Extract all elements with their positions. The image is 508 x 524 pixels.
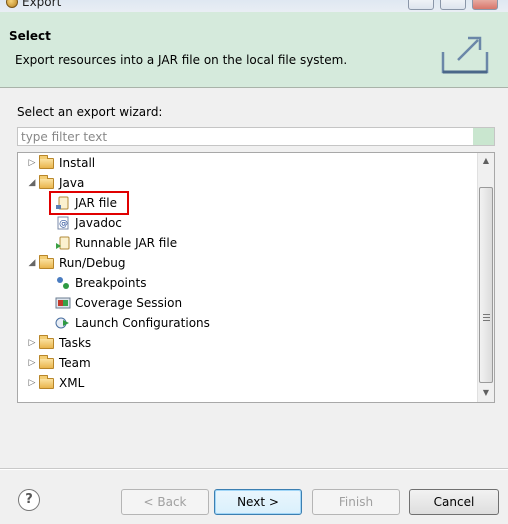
cancel-button[interactable]: Cancel xyxy=(409,489,499,515)
page-description: Export resources into a JAR file on the … xyxy=(15,53,348,67)
tree-item-javadoc[interactable]: @ Javadoc xyxy=(18,213,478,233)
export-jar-wizard-icon xyxy=(441,36,489,74)
coverage-session-icon xyxy=(55,296,71,310)
finish-button[interactable]: Finish xyxy=(312,489,400,515)
wizard-tree[interactable]: ▷ Install ◢ Java JAR file @ Javadoc Runn… xyxy=(17,152,495,403)
help-icon[interactable]: ? xyxy=(18,489,40,511)
tree-item-label: XML xyxy=(59,376,85,390)
grip-icon xyxy=(483,314,490,321)
tree-item-java[interactable]: ◢ Java xyxy=(18,173,478,193)
expand-arrow-icon[interactable]: ▷ xyxy=(26,373,38,393)
tree-item-label: Coverage Session xyxy=(75,296,183,310)
filter-input[interactable] xyxy=(17,127,495,146)
tree-scrollbar[interactable]: ▲ ▼ xyxy=(477,153,494,402)
runnable-jar-icon xyxy=(55,236,71,250)
javadoc-icon: @ xyxy=(55,216,71,230)
next-button[interactable]: Next > xyxy=(214,489,302,515)
tree-item-label: Tasks xyxy=(59,336,92,350)
tree-item-label: Run/Debug xyxy=(59,256,126,270)
folder-icon xyxy=(39,375,55,390)
close-button[interactable] xyxy=(472,0,498,10)
selection-highlight xyxy=(49,191,129,215)
breakpoints-icon xyxy=(55,276,71,290)
tree-item-label: Javadoc xyxy=(75,216,122,230)
tree-item-label: Breakpoints xyxy=(75,276,147,290)
tree-item-runnable-jar[interactable]: Runnable JAR file xyxy=(18,233,478,253)
title-bar[interactable]: Export xyxy=(0,0,508,12)
collapse-arrow-icon[interactable]: ◢ xyxy=(26,173,38,193)
tree-item-label: Launch Configurations xyxy=(75,316,210,330)
wizard-banner: Select Export resources into a JAR file … xyxy=(0,12,508,88)
scrollbar-thumb[interactable] xyxy=(479,187,493,383)
page-heading: Select xyxy=(9,29,51,43)
tree-item-xml[interactable]: ▷ XML xyxy=(18,373,478,393)
folder-icon xyxy=(39,335,55,350)
window-title: Export xyxy=(22,0,62,9)
tree-item-label: Install xyxy=(59,156,96,170)
tree-item-run-debug[interactable]: ◢ Run/Debug xyxy=(18,253,478,273)
scroll-down-arrow-icon[interactable]: ▼ xyxy=(478,385,494,401)
expand-arrow-icon[interactable]: ▷ xyxy=(26,353,38,373)
tree-item-label: Team xyxy=(59,356,91,370)
collapse-arrow-icon[interactable]: ◢ xyxy=(26,253,38,273)
launch-configurations-icon xyxy=(55,316,71,330)
tree-item-coverage-session[interactable]: Coverage Session xyxy=(18,293,478,313)
folder-open-icon xyxy=(39,255,55,270)
minimize-button[interactable] xyxy=(408,0,434,10)
scroll-up-arrow-icon[interactable]: ▲ xyxy=(478,153,494,169)
tree-item-team[interactable]: ▷ Team xyxy=(18,353,478,373)
folder-icon xyxy=(39,155,55,170)
maximize-button[interactable] xyxy=(440,0,466,10)
tree-item-launch-configurations[interactable]: Launch Configurations xyxy=(18,313,478,333)
tree-item-label: Java xyxy=(59,176,85,190)
tree-item-tasks[interactable]: ▷ Tasks xyxy=(18,333,478,353)
clear-filter-icon[interactable] xyxy=(473,128,494,145)
tree-item-breakpoints[interactable]: Breakpoints xyxy=(18,273,478,293)
expand-arrow-icon[interactable]: ▷ xyxy=(26,333,38,353)
select-wizard-label: Select an export wizard: xyxy=(17,105,163,119)
tree-item-label: Runnable JAR file xyxy=(75,236,178,250)
svg-text:@: @ xyxy=(59,219,68,229)
back-button[interactable]: < Back xyxy=(121,489,209,515)
eclipse-app-icon xyxy=(6,0,18,8)
button-bar-divider xyxy=(0,468,508,470)
tree-item-install[interactable]: ▷ Install xyxy=(18,153,478,173)
expand-arrow-icon[interactable]: ▷ xyxy=(26,153,38,173)
folder-icon xyxy=(39,355,55,370)
folder-open-icon xyxy=(39,175,55,190)
